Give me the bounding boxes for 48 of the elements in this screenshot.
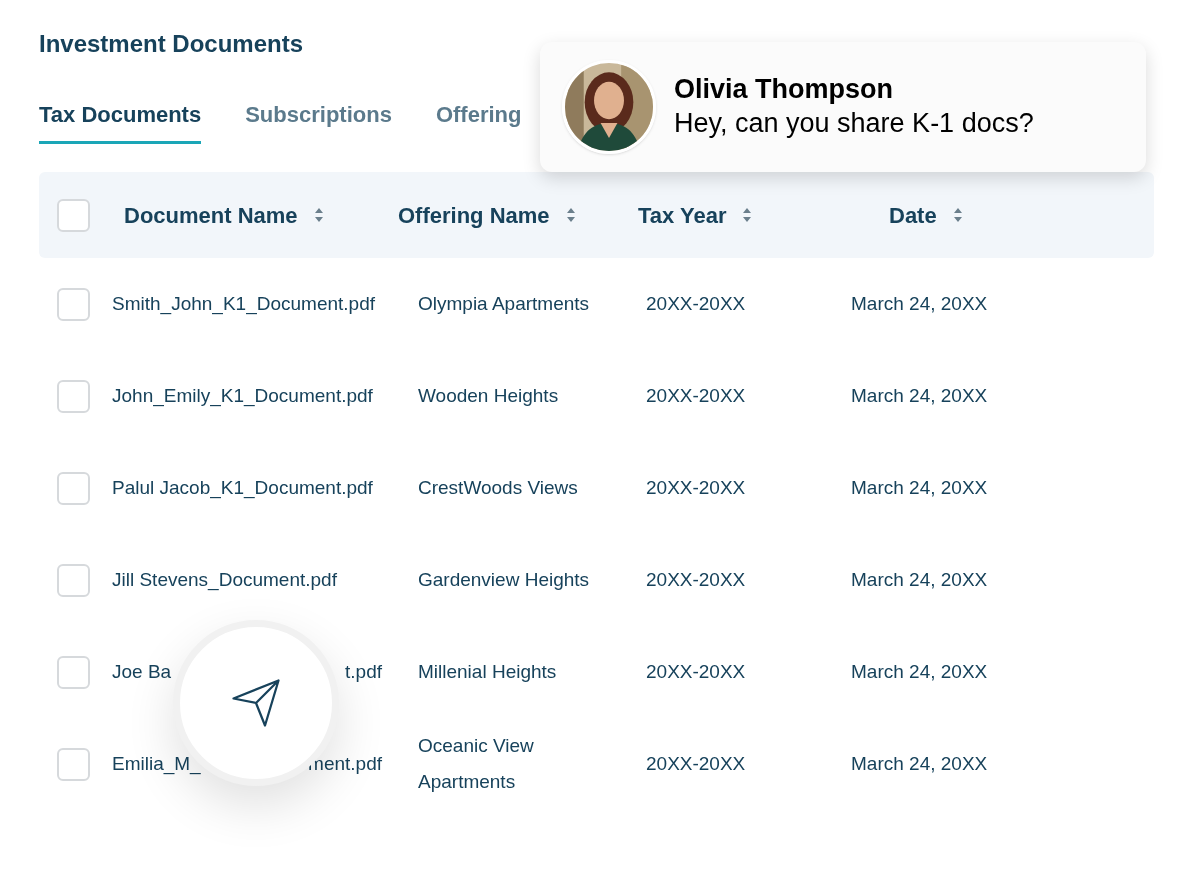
date: March 24, 20XX [851, 751, 988, 776]
column-header[interactable]: Tax Year [638, 198, 727, 232]
document-name: Palul Jacob_K1_Document.pdf [112, 475, 373, 501]
offering-name: Oceanic View [418, 733, 535, 758]
tax-year: 20XX-20XX [646, 659, 747, 684]
date: March 24, 20XX [851, 659, 988, 684]
tax-year: 20XX-20XX [646, 475, 747, 500]
tab[interactable]: Subscriptions [245, 98, 392, 144]
date: March 24, 20XX [851, 383, 988, 408]
offering-name: Wooden Heights [418, 383, 560, 408]
sort-icon[interactable] [313, 207, 324, 223]
checkbox[interactable] [57, 379, 90, 413]
message-text: Hey, can you share K-1 docs? [674, 107, 1034, 140]
document-name: Jill Stevens_Document.pdf [112, 567, 337, 593]
sort-icon[interactable] [952, 207, 963, 223]
tab[interactable]: Offering [435, 98, 522, 144]
date: March 24, 20XX [851, 567, 988, 592]
document-name: John_Emily_K1_Document.pdf [112, 383, 373, 409]
column-header[interactable]: Offering Name [398, 198, 550, 232]
offering-name: Olympia Apartments [418, 291, 591, 316]
tax-year: 20XX-20XX [646, 567, 747, 592]
document-name: Smith_John_K1_Document.pdf [112, 291, 375, 317]
offering-name: Gardenview Heights [418, 567, 591, 592]
column-header[interactable]: Document Name [124, 198, 298, 232]
document-name: Emilia_M_ [112, 751, 201, 777]
sender-name: Olivia Thompson [674, 73, 895, 107]
checkbox[interactable] [57, 287, 90, 321]
tax-year: 20XX-20XX [646, 751, 747, 776]
page-title: Investment Documents [39, 29, 305, 59]
document-name: ment.pdf [308, 751, 382, 776]
checkbox[interactable] [57, 198, 90, 232]
checkbox[interactable] [57, 655, 90, 689]
offering-name: Apartments [418, 770, 517, 794]
tax-year: 20XX-20XX [646, 383, 747, 408]
document-name: t.pdf [345, 659, 382, 684]
offering-name: CrestWoods Views [418, 475, 579, 500]
tax-year: 20XX-20XX [646, 291, 747, 316]
checkbox[interactable] [57, 471, 90, 505]
tab[interactable]: Tax Documents [39, 98, 202, 144]
offering-name: Millenial Heights [418, 659, 558, 684]
date: March 24, 20XX [851, 291, 988, 316]
sort-icon[interactable] [565, 207, 576, 223]
checkbox[interactable] [57, 747, 90, 781]
column-header[interactable]: Date [889, 198, 937, 232]
checkbox[interactable] [57, 563, 90, 597]
sort-icon[interactable] [742, 207, 753, 223]
document-name: Joe Ba [112, 659, 172, 684]
date: March 24, 20XX [851, 475, 988, 500]
